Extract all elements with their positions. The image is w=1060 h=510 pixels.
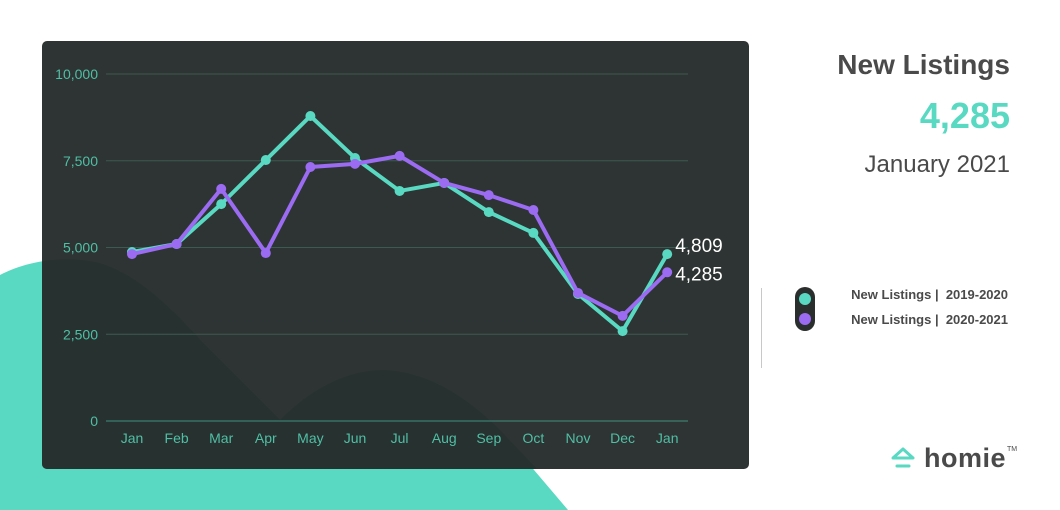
x-tick-label: Jan [656,430,679,446]
legend-divider [761,288,762,368]
metric-value: 4,285 [919,95,1010,136]
trademark: TM [1007,446,1018,453]
data-point [617,326,628,337]
legend-dot-2019-2020 [799,293,811,305]
data-point [394,185,405,196]
data-point [528,227,539,238]
legend-item-2019-2020: New Listings | 2019-2020 [851,287,1008,302]
x-tick-label: Sep [476,430,501,446]
data-point [216,183,227,194]
y-tick-label: 7,500 [63,153,98,169]
homie-logo: homie TM [890,440,1017,476]
data-point [350,158,360,169]
metric-title: New Listings [837,49,1010,80]
x-tick-label: Apr [255,430,277,446]
legend-marker-pill [795,287,815,331]
data-point [305,110,316,121]
line-chart: 0 2,500 5,000 7,500 10,000 Jan Feb Mar Apr May Jun… [42,66,723,469]
x-tick-label: Jul [391,430,409,446]
x-tick-label: Dec [610,430,635,446]
y-tick-label: 10,000 [55,66,98,82]
data-point [662,267,673,278]
data-point [394,150,405,161]
data-point [305,161,316,172]
x-tick-label: May [297,430,323,446]
series-line-2 [130,153,670,318]
data-point [528,205,539,216]
data-point [483,190,494,201]
x-tick-label: Oct [523,430,545,446]
data-point [260,155,271,166]
x-tick-label: Nov [566,430,591,446]
house-icon [891,447,915,468]
data-point [127,249,137,260]
legend-dot-2020-2021 [799,313,811,325]
data-point [573,287,583,298]
x-tick-label: Jan [121,430,144,446]
end-value-label: 4,809 [675,236,723,257]
data-point [260,248,271,259]
x-tick-label: Aug [432,430,457,446]
end-value-label: 4,285 [675,264,723,285]
x-tick-label: Jun [344,430,367,446]
data-point [662,249,673,260]
metric-period: January 2021 [864,151,1010,178]
brand-name: homie [924,442,1007,473]
legend-item-2020-2021: New Listings | 2020-2021 [851,312,1008,327]
y-tick-label: 5,000 [63,240,98,256]
data-point [216,199,227,210]
x-tick-label: Mar [209,430,233,446]
chart-card: 0 2,500 5,000 7,500 10,000 Jan Feb Mar Apr May Jun… [42,41,749,469]
data-point [617,310,628,321]
summary-panel: New Listings 4,285 January 2021 [837,45,1010,185]
data-point [171,239,182,250]
x-tick-label: Feb [165,430,189,446]
data-point [439,177,450,188]
card-blob-shadow [42,259,537,469]
data-point [483,207,494,218]
y-tick-label: 2,500 [63,326,98,342]
y-tick-label: 0 [90,413,98,429]
